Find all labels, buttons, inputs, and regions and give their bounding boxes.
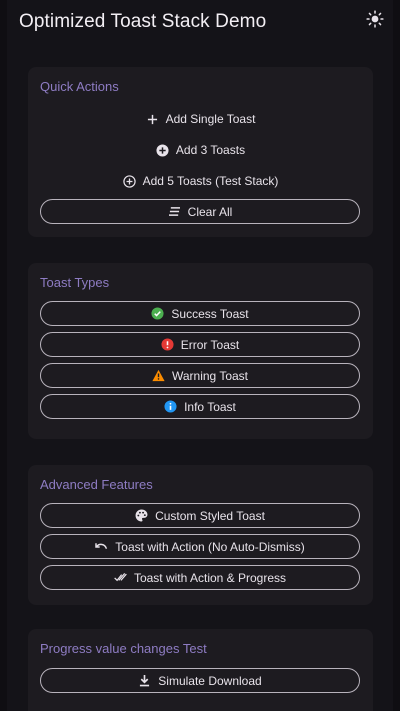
error-toast-button[interactable]: Error Toast: [40, 332, 360, 357]
success-toast-label: Success Toast: [171, 306, 249, 321]
download-icon: [138, 674, 151, 687]
undo-icon: [95, 540, 108, 553]
done-all-icon: [114, 571, 127, 584]
custom-styled-toast-label: Custom Styled Toast: [155, 508, 265, 523]
simulate-download-button[interactable]: Simulate Download: [40, 668, 360, 693]
app-window: Optimized Toast Stack Demo Quick Actions…: [7, 0, 393, 711]
palette-icon: [135, 509, 148, 522]
toast-action-progress-label: Toast with Action & Progress: [133, 570, 287, 585]
simulate-download-label: Simulate Download: [158, 673, 262, 688]
error-icon: [161, 338, 174, 351]
clear-all-icon: [168, 205, 181, 218]
add-circle-icon: [156, 143, 169, 157]
clear-all-button[interactable]: Clear All: [40, 199, 360, 224]
custom-styled-toast-button[interactable]: Custom Styled Toast: [40, 503, 360, 528]
toast-with-action-label: Toast with Action (No Auto-Dismiss): [115, 539, 305, 554]
error-toast-label: Error Toast: [180, 337, 240, 352]
info-toast-label: Info Toast: [184, 399, 236, 414]
add-three-toasts-button[interactable]: Add 3 Toasts: [28, 139, 373, 161]
warning-icon: [152, 369, 165, 382]
add-three-toasts-label: Add 3 Toasts: [175, 143, 246, 157]
plus-icon: [146, 113, 159, 126]
quick-actions-title: Quick Actions: [40, 79, 119, 94]
add-five-toasts-button[interactable]: Add 5 Toasts (Test Stack): [28, 170, 373, 192]
info-icon: [164, 400, 177, 413]
add-single-toast-label: Add Single Toast: [165, 112, 256, 126]
add-single-toast-button[interactable]: Add Single Toast: [28, 108, 373, 130]
success-toast-button[interactable]: Success Toast: [40, 301, 360, 326]
advanced-features-title: Advanced Features: [40, 477, 153, 492]
page-title: Optimized Toast Stack Demo: [19, 11, 267, 32]
clear-all-label: Clear All: [187, 204, 233, 219]
sun-icon: [366, 9, 384, 33]
toast-with-action-button[interactable]: Toast with Action (No Auto-Dismiss): [40, 534, 360, 559]
top-app-bar: Optimized Toast Stack Demo: [7, 0, 393, 44]
theme-toggle-button[interactable]: [365, 9, 385, 33]
info-toast-button[interactable]: Info Toast: [40, 394, 360, 419]
progress-test-title: Progress value changes Test: [40, 641, 207, 656]
toast-types-card: Toast Types Success Toast Error Toast Wa…: [28, 263, 373, 439]
progress-test-card: Progress value changes Test Simulate Dow…: [28, 629, 373, 711]
advanced-features-card: Advanced Features Custom Styled Toast To…: [28, 465, 373, 605]
toast-action-progress-button[interactable]: Toast with Action & Progress: [40, 565, 360, 590]
add-five-toasts-label: Add 5 Toasts (Test Stack): [142, 174, 279, 188]
toast-types-title: Toast Types: [40, 275, 110, 290]
warning-toast-button[interactable]: Warning Toast: [40, 363, 360, 388]
add-circle-outline-icon: [122, 174, 136, 188]
warning-toast-label: Warning Toast: [171, 368, 249, 383]
quick-actions-card: Quick Actions Add Single Toast Add 3 Toa…: [28, 67, 373, 237]
check-circle-icon: [151, 307, 164, 320]
